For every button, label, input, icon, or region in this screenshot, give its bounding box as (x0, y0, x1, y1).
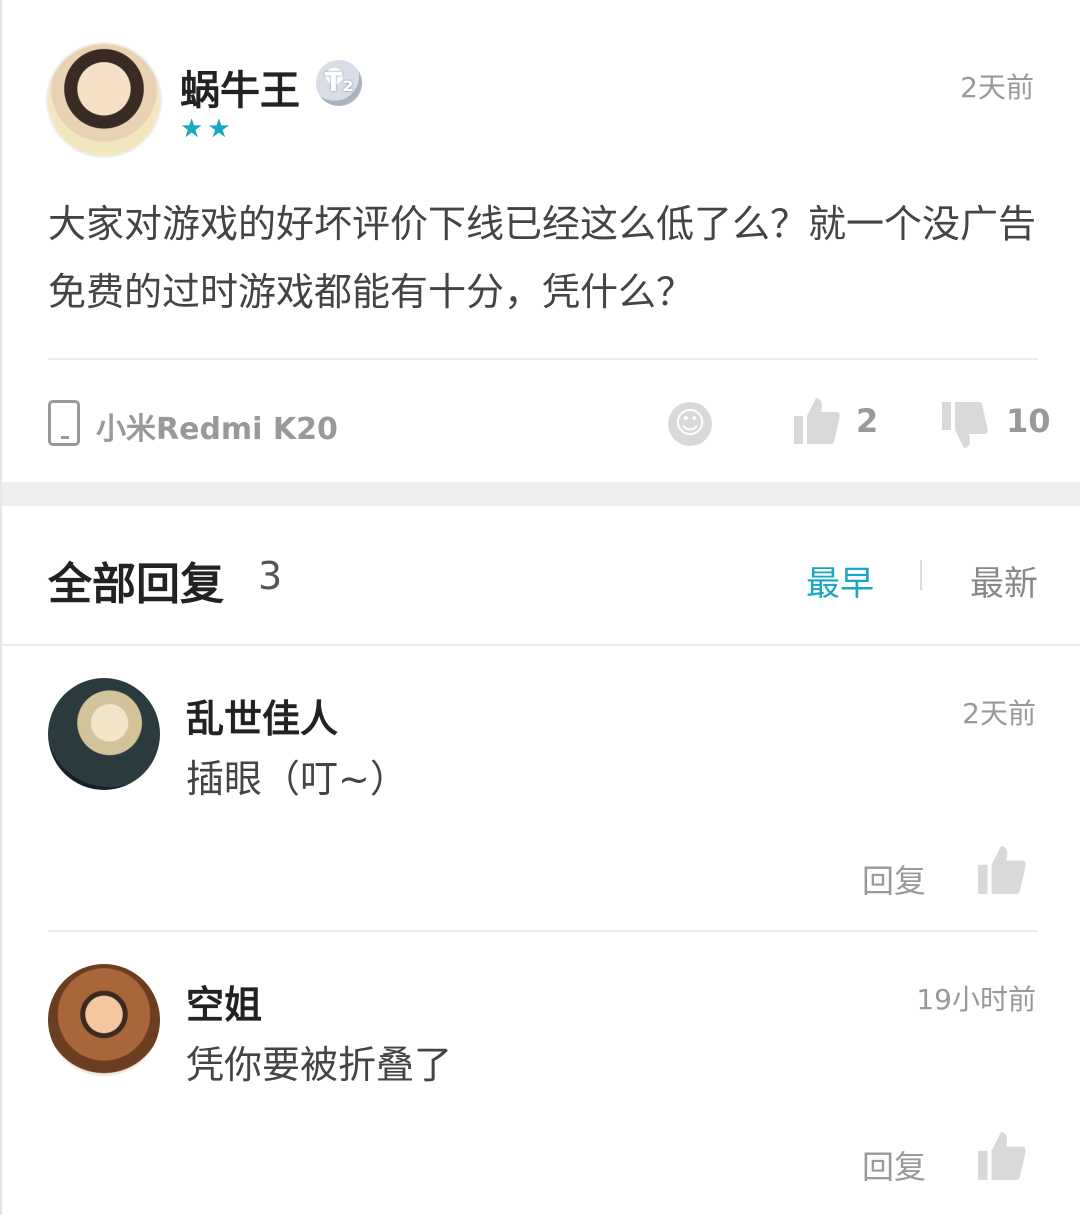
reply-item: 乱世佳人 2天前 插眼（叮~） 回复 (2, 678, 1080, 918)
level-badge-icon: T₂ (316, 60, 362, 106)
thumbs-up-icon[interactable] (978, 1130, 1026, 1182)
sort-separator (920, 560, 922, 590)
reply-button[interactable]: 回复 (862, 1142, 926, 1188)
phone-icon (48, 400, 80, 446)
reply-text: 凭你要被折叠了 (186, 1043, 453, 1087)
reply-text: 插眼（叮~） (186, 757, 408, 801)
star-rating: ★★ (180, 114, 235, 144)
sort-latest-tab[interactable]: 最新 (970, 556, 1038, 605)
section-separator (2, 482, 1080, 506)
post-body: 大家对游戏的好坏评价下线已经这么低了么？就一个没广告免费的过时游戏都能有十分，凭… (48, 202, 1037, 314)
replies-header: 全部回复 3 最早 最新 (48, 548, 1038, 610)
thumbs-up-icon[interactable] (794, 396, 840, 446)
replies-count: 3 (258, 554, 283, 598)
divider (48, 358, 1038, 360)
reply-author-name[interactable]: 空姐 (186, 974, 262, 1029)
thumbs-up-icon[interactable] (978, 844, 1026, 896)
reply-time: 19小时前 (916, 983, 1036, 1016)
reply-item: 空姐 19小时前 凭你要被折叠了 回复 (2, 964, 1080, 1204)
divider (48, 930, 1038, 932)
sort-earliest-tab[interactable]: 最早 (806, 556, 874, 605)
post-meta-row: 小米Redmi K20 ☺ 2 10 (48, 394, 1051, 454)
emoji-icon[interactable]: ☺ (668, 402, 712, 446)
reply-time: 2天前 (962, 697, 1036, 730)
like-count: 2 (856, 402, 879, 440)
divider (2, 644, 1080, 646)
comment-detail-page: 蜗牛王 T₂ ★★ 2天前 大家对游戏的好坏评价下线已经这么低了么？就一个没广告… (0, 0, 1080, 1215)
reply-author-avatar[interactable] (48, 964, 160, 1076)
post-time: 2天前 (960, 71, 1034, 104)
reply-author-name[interactable]: 乱世佳人 (186, 688, 338, 743)
reply-button[interactable]: 回复 (862, 856, 926, 902)
device-label: 小米Redmi K20 (96, 412, 338, 447)
replies-title: 全部回复 (48, 559, 224, 610)
post-author-avatar[interactable] (48, 44, 160, 156)
reply-author-avatar[interactable] (48, 678, 160, 790)
dislike-count: 10 (1006, 402, 1051, 440)
post-author-name[interactable]: 蜗牛王 (180, 58, 300, 116)
thumbs-down-icon[interactable] (942, 400, 988, 450)
